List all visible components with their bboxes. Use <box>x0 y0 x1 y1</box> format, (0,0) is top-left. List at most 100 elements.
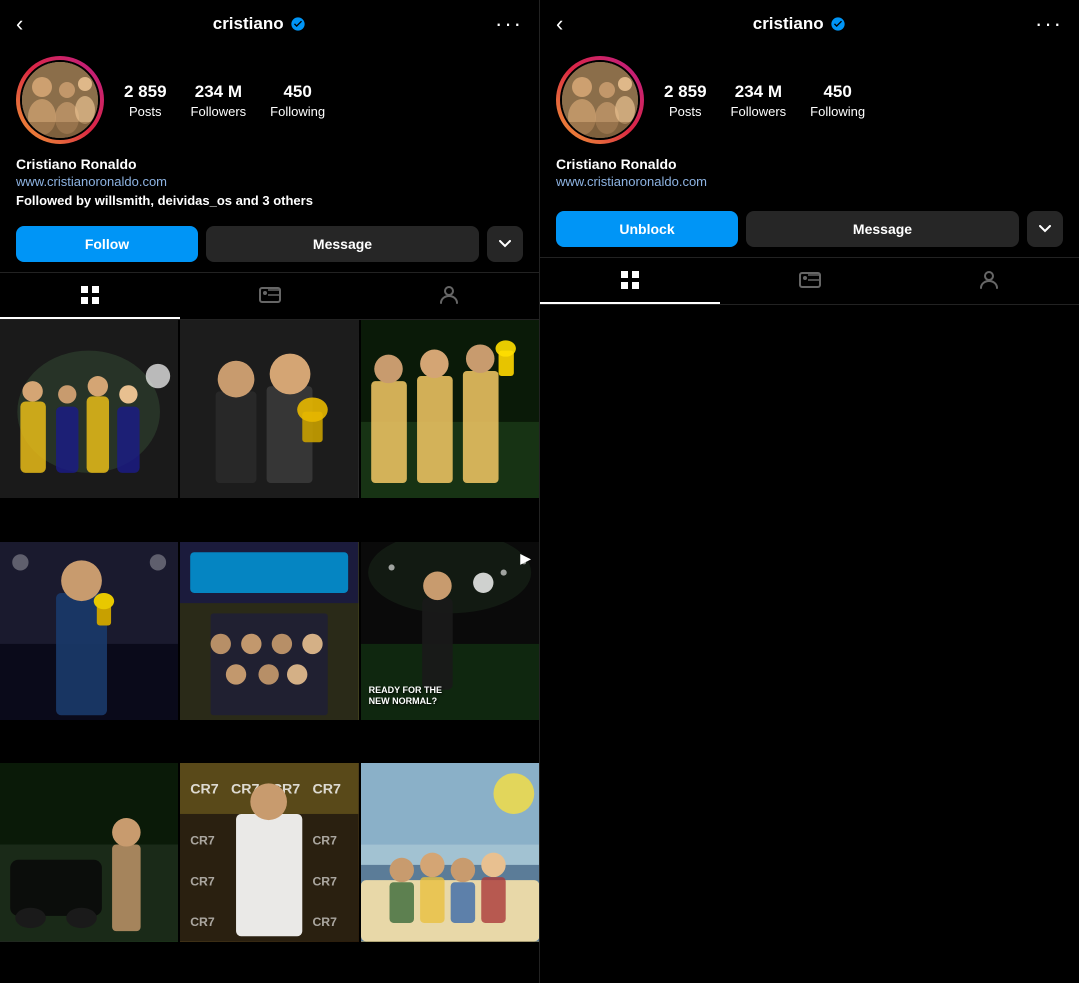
follow-button[interactable]: Follow <box>16 226 198 262</box>
svg-text:CR7: CR7 <box>191 782 220 798</box>
post-image-3 <box>361 320 539 498</box>
username-label: cristiano <box>213 14 284 34</box>
right-header-title: cristiano <box>753 14 846 34</box>
right-more-button[interactable]: ··· <box>1035 11 1063 37</box>
following-label: Following <box>270 104 325 119</box>
right-dropdown-button[interactable] <box>1027 211 1063 247</box>
grid-item-7[interactable] <box>0 763 178 941</box>
posts-number: 2 859 <box>124 82 167 102</box>
post-image-5 <box>180 542 358 720</box>
posts-label: Posts <box>129 104 162 119</box>
bio-display-name: Cristiano Ronaldo <box>16 156 523 172</box>
tagged-tab-icon <box>437 283 461 307</box>
following-stat[interactable]: 450 Following <box>270 82 325 119</box>
right-header: ‹ cristiano ··· <box>540 0 1079 48</box>
following-number: 450 <box>283 82 311 102</box>
right-tab-grid[interactable] <box>540 258 720 304</box>
chevron-down-icon <box>499 240 511 248</box>
right-grid-tab-icon <box>618 268 642 292</box>
right-tagged-tab-icon <box>977 268 1001 292</box>
video-play-icon: ▶ <box>520 550 531 567</box>
left-stats-row: 2 859 Posts 234 M Followers 450 Followin… <box>124 82 325 119</box>
posts-stat[interactable]: 2 859 Posts <box>124 82 167 119</box>
right-profile-section: 2 859 Posts 234 M Followers 450 Followin… <box>540 48 1079 156</box>
grid-item-6[interactable]: READY FOR THENEW NORMAL? ▶ <box>361 542 539 720</box>
right-bio: Cristiano Ronaldo www.cristianoronaldo.c… <box>540 156 1079 203</box>
grid-item-5[interactable] <box>180 542 358 720</box>
back-button[interactable]: ‹ <box>16 11 23 37</box>
right-message-button[interactable]: Message <box>746 211 1019 247</box>
right-following-number: 450 <box>823 82 851 102</box>
header-title: cristiano <box>213 14 306 34</box>
grid-item-9[interactable] <box>361 763 539 941</box>
grid-overlay-text: READY FOR THENEW NORMAL? <box>369 685 442 708</box>
right-bio-display-name: Cristiano Ronaldo <box>556 156 1063 172</box>
right-verified-icon <box>830 16 846 32</box>
right-posts-number: 2 859 <box>664 82 707 102</box>
right-button-row: Unblock Message <box>540 203 1079 257</box>
svg-text:CR7: CR7 <box>313 875 338 889</box>
bio-website[interactable]: www.cristianoronaldo.com <box>16 174 523 189</box>
right-following-stat[interactable]: 450 Following <box>810 82 865 119</box>
right-avatar-image <box>562 62 640 140</box>
dropdown-button[interactable] <box>487 226 523 262</box>
tab-reels[interactable] <box>180 273 360 319</box>
right-chevron-down-icon <box>1039 225 1051 233</box>
followed-by-others[interactable]: 3 others <box>262 193 313 208</box>
svg-text:CR7: CR7 <box>313 782 342 798</box>
right-posts-stat[interactable]: 2 859 Posts <box>664 82 707 119</box>
post-image-8: CR7 CR7 CR7 CR7 CR7 CR7 CR7 CR7 CR7 CR7 <box>180 763 358 941</box>
left-panel: ‹ cristiano ··· <box>0 0 540 983</box>
followed-by-text: Followed by willsmith, deividas_os and 3… <box>16 193 523 208</box>
unblock-button[interactable]: Unblock <box>556 211 738 247</box>
right-reels-tab-icon <box>798 268 822 292</box>
more-button[interactable]: ··· <box>495 11 523 37</box>
right-tabs <box>540 257 1079 305</box>
left-avatar[interactable] <box>16 56 104 144</box>
followers-number: 234 M <box>195 82 242 102</box>
svg-text:CR7: CR7 <box>313 834 338 848</box>
followed-by-and: and <box>232 193 262 208</box>
verified-icon <box>290 16 306 32</box>
tab-tagged[interactable] <box>359 273 539 319</box>
grid-item-1[interactable] <box>0 320 178 498</box>
left-posts-grid: READY FOR THENEW NORMAL? ▶ <box>0 320 539 983</box>
grid-item-8[interactable]: CR7 CR7 CR7 CR7 CR7 CR7 CR7 CR7 CR7 CR7 <box>180 763 358 941</box>
followers-label: Followers <box>191 104 247 119</box>
svg-text:CR7: CR7 <box>191 875 216 889</box>
message-button[interactable]: Message <box>206 226 479 262</box>
followed-by-names[interactable]: willsmith, deividas_os <box>95 193 232 208</box>
followed-by-prefix: Followed by <box>16 193 95 208</box>
left-profile-section: 2 859 Posts 234 M Followers 450 Followin… <box>0 48 539 156</box>
grid-item-4[interactable] <box>0 542 178 720</box>
right-back-button[interactable]: ‹ <box>556 11 563 37</box>
right-empty-content <box>540 305 1079 983</box>
right-panel: ‹ cristiano ··· <box>540 0 1079 983</box>
post-image-1 <box>0 320 178 498</box>
tab-grid[interactable] <box>0 273 180 319</box>
right-followers-stat[interactable]: 234 M Followers <box>731 82 787 119</box>
right-tab-reels[interactable] <box>720 258 900 304</box>
left-header: ‹ cristiano ··· <box>0 0 539 48</box>
grid-item-3[interactable] <box>361 320 539 498</box>
svg-text:CR7: CR7 <box>191 915 216 929</box>
post-image-9 <box>361 763 539 941</box>
right-bio-website[interactable]: www.cristianoronaldo.com <box>556 174 1063 189</box>
right-avatar[interactable] <box>556 56 644 144</box>
right-stats-row: 2 859 Posts 234 M Followers 450 Followin… <box>664 82 865 119</box>
left-bio: Cristiano Ronaldo www.cristianoronaldo.c… <box>0 156 539 218</box>
right-tab-tagged[interactable] <box>899 258 1079 304</box>
post-image-4 <box>0 542 178 720</box>
post-image-7 <box>0 763 178 941</box>
right-followers-label: Followers <box>731 104 787 119</box>
svg-text:CR7: CR7 <box>313 915 338 929</box>
reels-tab-icon <box>258 283 282 307</box>
post-image-2 <box>180 320 358 498</box>
right-username-label: cristiano <box>753 14 824 34</box>
left-tabs <box>0 272 539 320</box>
right-followers-number: 234 M <box>735 82 782 102</box>
grid-item-2[interactable] <box>180 320 358 498</box>
followers-stat[interactable]: 234 M Followers <box>191 82 247 119</box>
right-following-label: Following <box>810 104 865 119</box>
svg-text:CR7: CR7 <box>191 834 216 848</box>
